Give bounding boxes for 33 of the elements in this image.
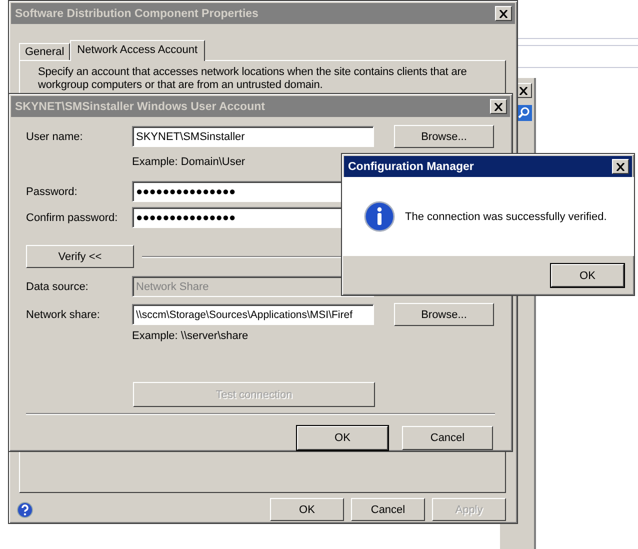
field-label: Data source: (26, 280, 90, 292)
text-field[interactable]: \\sccm\Storage\Sources\Applications\MSI\Firef (132, 304, 374, 325)
browse-button[interactable]: Browse... (394, 125, 494, 148)
field-label: Network share: (26, 308, 101, 320)
help-icon[interactable] (17, 502, 33, 518)
close-button[interactable] (612, 159, 629, 174)
window-title: SKYNET\SMSinstaller Windows User Account (15, 100, 265, 112)
dialog-button[interactable]: OK (270, 498, 344, 521)
close-icon (499, 10, 508, 18)
close-button[interactable] (490, 99, 507, 114)
close-icon (519, 86, 528, 94)
dialog-button[interactable]: Cancel (402, 426, 493, 450)
field-label: Password: (26, 186, 78, 198)
close-icon (616, 162, 625, 170)
hint-text: Example: Domain\User (132, 156, 246, 168)
info-icon (364, 201, 395, 232)
verify-button[interactable]: Verify << (26, 245, 134, 268)
close-button[interactable] (495, 6, 512, 21)
tab[interactable]: Network Access Account (70, 40, 205, 61)
dialog-button[interactable]: OK (297, 426, 388, 450)
message-text: The connection was successfully verified. (405, 210, 607, 222)
field-label: User name: (26, 130, 84, 142)
window-title: Configuration Manager (348, 160, 474, 172)
ok-button[interactable]: OK (551, 264, 624, 287)
close-icon (494, 102, 503, 110)
hint-text: Example: \\server\share (132, 330, 248, 342)
description-text: Specify an account that accesses network locations when the site contains clients that are workgroup computers or that are from an untrusted domain. (38, 66, 468, 92)
window-title: Software Distribution Component Properties (15, 8, 258, 20)
tab[interactable]: General (19, 42, 70, 60)
dialog-button[interactable]: Cancel (351, 498, 425, 521)
browse-button[interactable]: Browse... (394, 303, 494, 326)
field-label: Confirm password: (26, 212, 119, 224)
text-field[interactable]: SKYNET\SMSinstaller (132, 126, 374, 147)
